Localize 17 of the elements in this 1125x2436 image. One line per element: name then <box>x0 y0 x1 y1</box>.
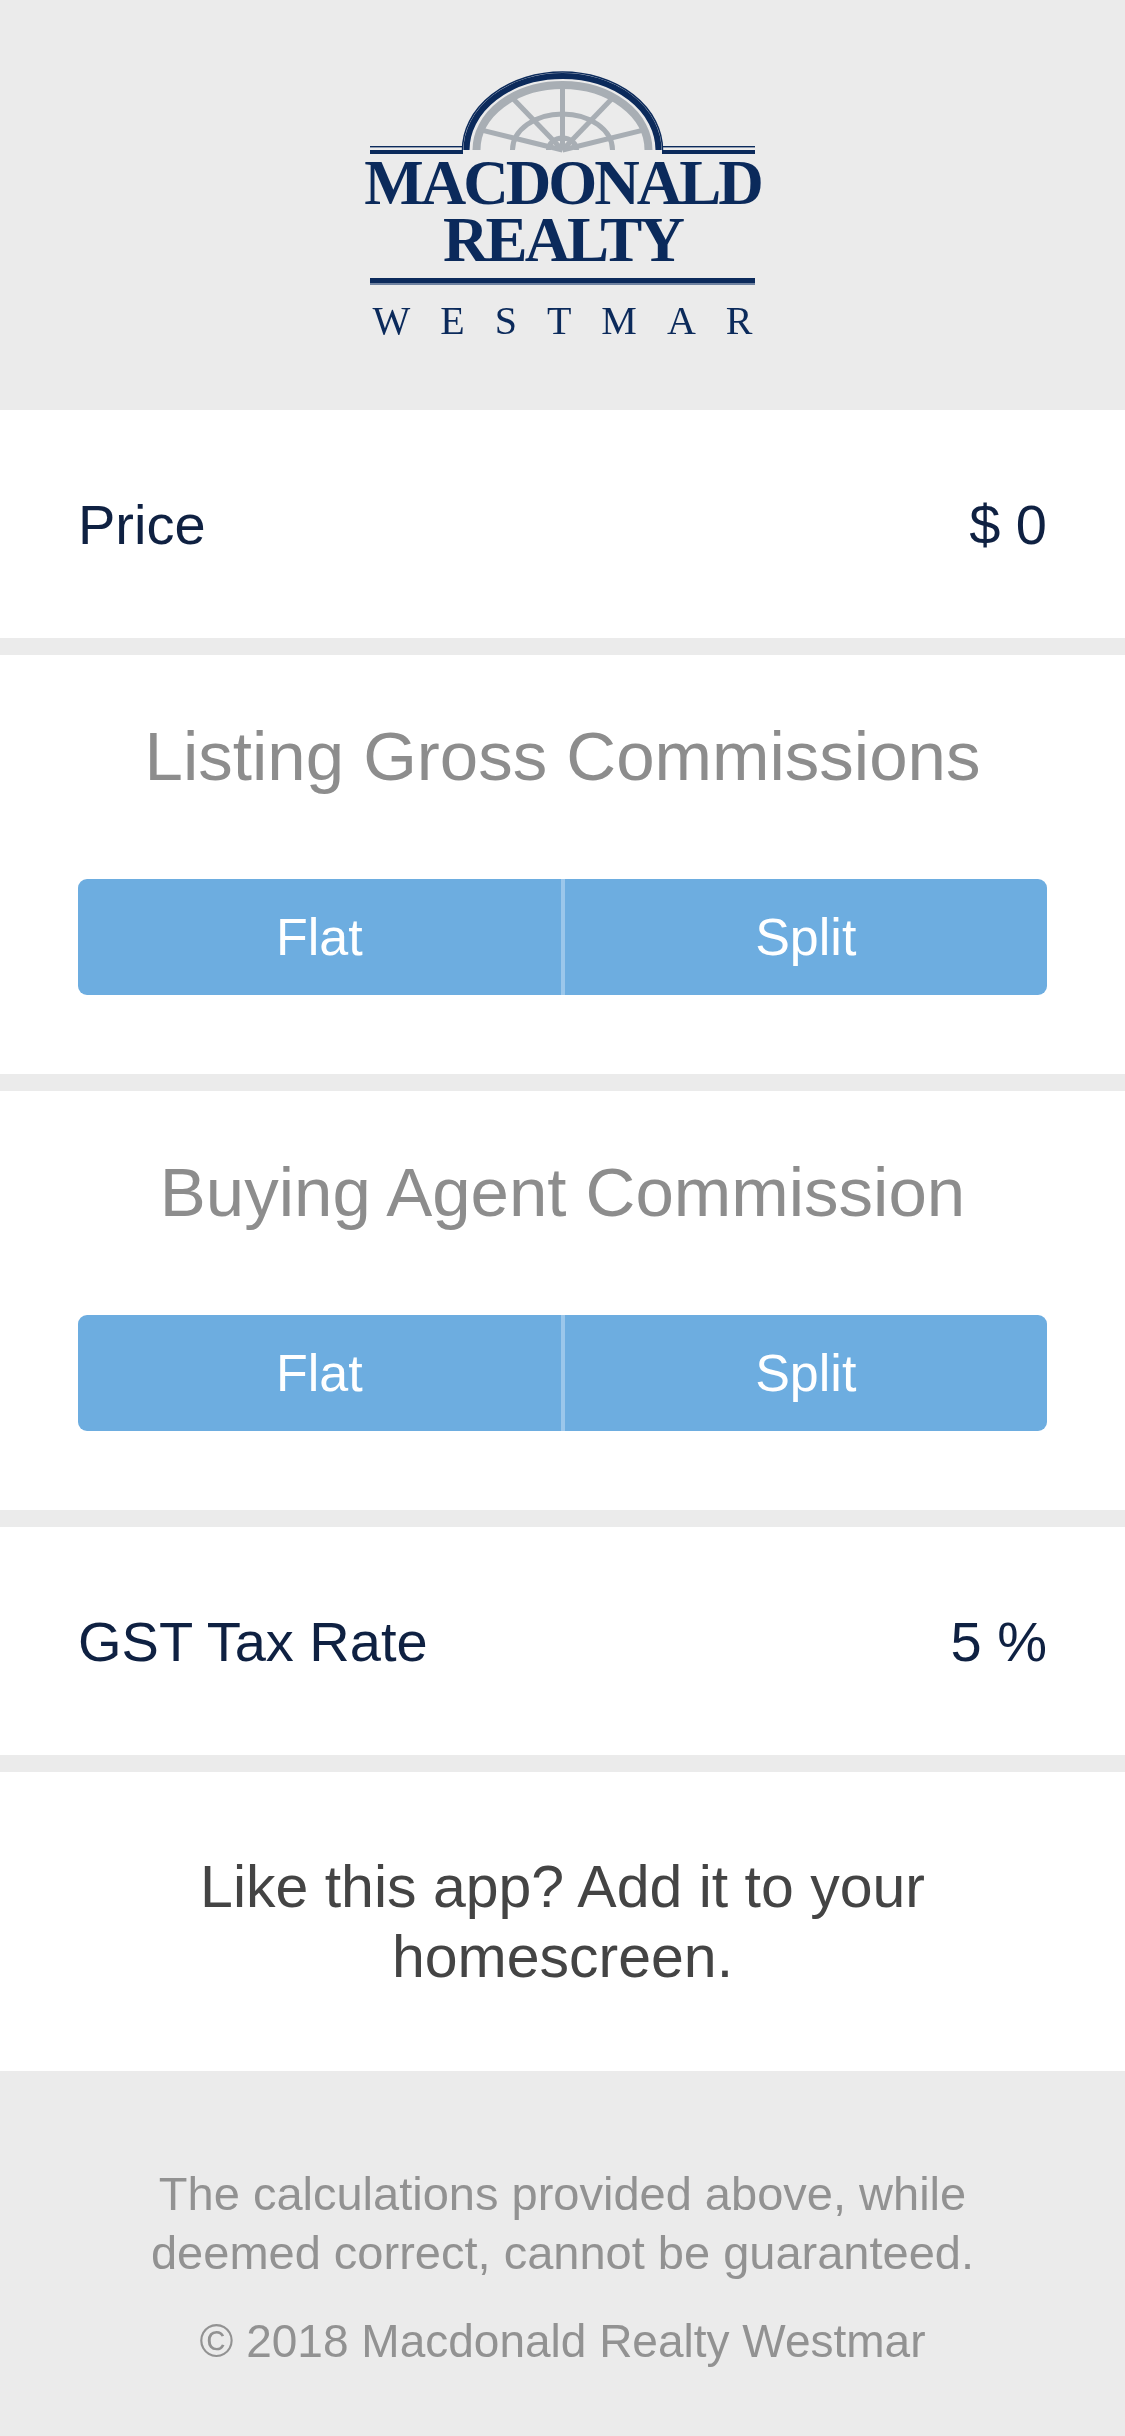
disclaimer-text: The calculations provided above, while deemed correct, cannot be guaranteed. <box>149 2166 976 2281</box>
price-input[interactable]: $ 0 <box>969 491 1047 557</box>
promo-text: Like this app? Add it to your homescreen. <box>199 1852 926 1992</box>
logo-arch-icon <box>370 70 755 154</box>
logo-wordmark: REALTY <box>443 212 682 268</box>
option-button[interactable]: Split <box>560 1315 1047 1431</box>
section-title: Listing Gross Commissions <box>144 717 981 797</box>
copyright-text: © 2018 Macdonald Realty Westmar <box>199 2314 926 2369</box>
option-button[interactable]: Flat <box>78 879 561 995</box>
field-label: GST Tax Rate <box>78 1608 428 1674</box>
tax-rate-input[interactable]: 5 % <box>950 1608 1047 1674</box>
section-title: Buying Agent Commission <box>159 1153 966 1233</box>
logo-tagline: WESTMAR <box>371 301 783 341</box>
option-button[interactable]: Flat <box>78 1315 561 1431</box>
logo-wordmark: MACDONALD <box>364 155 761 211</box>
field-label: Price <box>78 491 206 557</box>
option-button[interactable]: Split <box>560 879 1047 995</box>
